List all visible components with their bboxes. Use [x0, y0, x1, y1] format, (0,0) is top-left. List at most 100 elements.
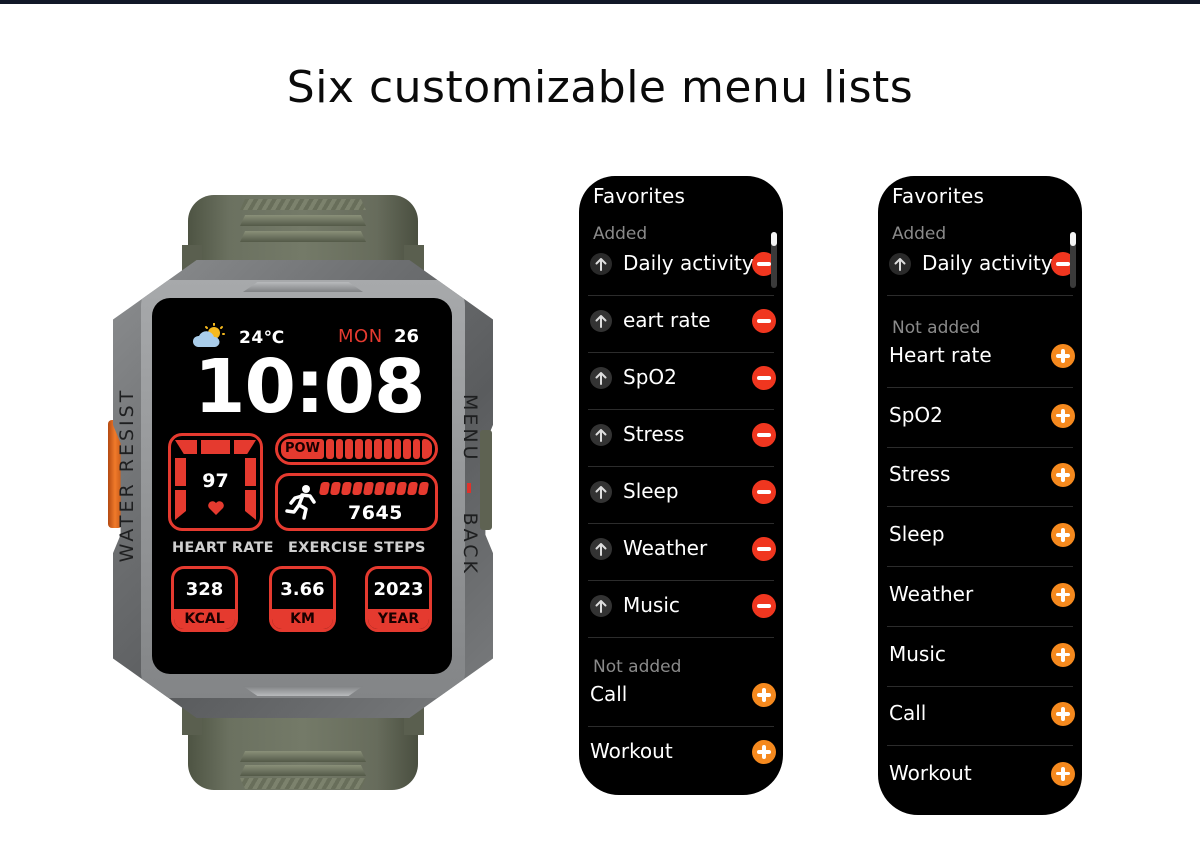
steps-widget: 7645: [275, 473, 438, 531]
move-up-icon[interactable]: [590, 253, 612, 275]
smartwatch-image: WATER RESIST MENUBACK 24℃ MON 26 10:08 9…: [108, 190, 498, 790]
steps-value: 7645: [348, 502, 403, 524]
list-item-added: Stress: [588, 411, 776, 467]
list-item-label: Weather: [623, 536, 708, 560]
list-item-added: Music: [588, 582, 776, 638]
divider: [887, 506, 1073, 508]
list-item-not-added: Music: [887, 631, 1075, 687]
add-icon[interactable]: [1051, 761, 1075, 786]
move-up-icon[interactable]: [590, 481, 612, 503]
add-icon[interactable]: [1051, 463, 1075, 488]
year-stat: 2023 YEAR: [365, 566, 432, 632]
remove-icon[interactable]: [752, 366, 776, 390]
list-item-label: SpO2: [623, 365, 677, 389]
scrollbar[interactable]: [771, 232, 777, 288]
power-gauge: POW: [275, 433, 438, 465]
heart-rate-widget: 97: [168, 433, 263, 531]
divider: [887, 685, 1073, 687]
list-item-not-added: SpO2: [887, 392, 1075, 448]
divider: [887, 745, 1073, 747]
divider: [588, 352, 774, 353]
divider: [887, 387, 1073, 388]
list-item-label: Daily activity: [922, 251, 1053, 275]
divider: [588, 409, 774, 410]
panel-title: Favorites: [892, 184, 985, 208]
distance-stat: 3.66 KM: [269, 566, 336, 632]
remove-icon[interactable]: [752, 423, 776, 447]
remove-icon[interactable]: [752, 537, 776, 561]
divider: [588, 726, 774, 727]
move-up-icon[interactable]: [590, 538, 612, 560]
list-item-label: eart rate: [623, 308, 711, 332]
remove-icon[interactable]: [752, 480, 776, 504]
calories-stat: 328 KCAL: [171, 566, 238, 632]
panel-title: Favorites: [593, 184, 686, 208]
list-item-label: Call: [889, 701, 927, 726]
list-item-not-added: Weather: [887, 571, 1075, 627]
list-item-label: Stress: [623, 422, 685, 446]
list-item-label: Heart rate: [889, 343, 992, 367]
add-icon[interactable]: [1051, 344, 1075, 368]
heart-icon: [208, 501, 224, 515]
add-icon[interactable]: [752, 683, 776, 707]
move-up-icon[interactable]: [590, 310, 612, 332]
list-item-not-added: Workout: [887, 750, 1075, 806]
list-item-label: Music: [623, 593, 680, 617]
divider: [588, 580, 774, 581]
divider: [588, 523, 774, 524]
move-up-icon[interactable]: [590, 424, 612, 446]
divider: [588, 295, 774, 296]
list-item-not-added: Stress: [887, 451, 1075, 508]
add-icon[interactable]: [1051, 582, 1075, 607]
list-item-not-added: Call: [887, 690, 1075, 747]
divider: [887, 446, 1073, 448]
heart-rate-value: 97: [202, 470, 229, 492]
remove-icon[interactable]: [752, 309, 776, 333]
favorites-panel-1: Favorites Added Daily activity eart rate SpO…: [579, 176, 783, 795]
watch-screen: 24℃ MON 26 10:08 97 POW 7645 HEART RATE …: [152, 298, 452, 674]
scrollbar-thumb[interactable]: [1070, 232, 1076, 246]
add-icon[interactable]: [1051, 702, 1075, 727]
add-icon[interactable]: [752, 740, 776, 764]
scrollbar[interactable]: [1070, 232, 1076, 288]
divider: [887, 566, 1073, 568]
list-item-label: Daily activity: [623, 251, 754, 275]
move-up-icon[interactable]: [590, 595, 612, 617]
side-button: [480, 430, 492, 530]
list-item-added: Daily activity: [588, 240, 776, 296]
exercise-steps-label: EXERCISE STEPS: [288, 540, 426, 556]
list-item-not-added: Sleep: [887, 511, 1075, 568]
list-item-label: Weather: [889, 581, 974, 606]
list-item-label: Stress: [889, 462, 951, 487]
remove-icon[interactable]: [752, 594, 776, 618]
add-icon[interactable]: [1051, 523, 1075, 548]
move-up-icon[interactable]: [889, 253, 911, 275]
list-item-label: Workout: [590, 739, 673, 763]
power-label: POW: [281, 439, 324, 459]
top-bar: [0, 0, 1200, 4]
water-resist-engraving: WATER RESIST: [116, 387, 138, 563]
divider: [887, 625, 1073, 627]
add-icon[interactable]: [1051, 403, 1075, 428]
menu-back-engraving: MENUBACK: [459, 394, 481, 576]
list-item-added: SpO2: [588, 354, 776, 410]
list-item-added: Weather: [588, 525, 776, 581]
list-item-added: eart rate: [588, 297, 776, 353]
list-item-label: Sleep: [623, 479, 679, 503]
add-icon[interactable]: [1051, 642, 1075, 667]
heart-rate-label: HEART RATE: [172, 540, 274, 556]
list-item-not-added: Workout: [588, 728, 776, 784]
list-item-label: Call: [590, 682, 628, 706]
move-up-icon[interactable]: [590, 367, 612, 389]
running-person-icon: [285, 485, 316, 520]
list-item-added: Sleep: [588, 468, 776, 524]
list-item-added: Daily activity: [887, 240, 1075, 296]
list-item-not-added: Call: [588, 671, 776, 727]
clock-time: 10:08: [194, 344, 426, 430]
scrollbar-thumb[interactable]: [771, 232, 777, 246]
list-item-not-added: Heart rate: [887, 332, 1075, 388]
headline: Six customizable menu lists: [286, 62, 914, 113]
divider: [887, 295, 1073, 296]
list-item-label: Music: [889, 641, 946, 666]
divider: [588, 637, 774, 638]
